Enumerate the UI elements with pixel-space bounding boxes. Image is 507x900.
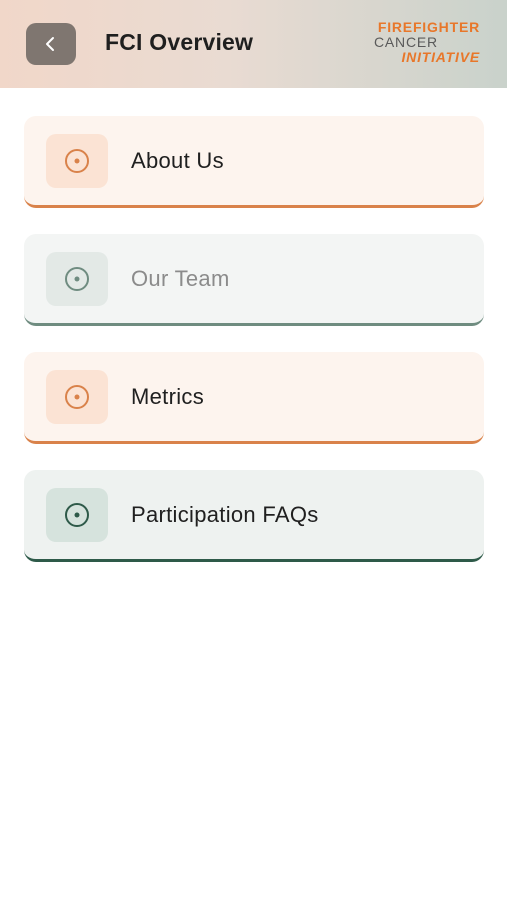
chevron-left-icon [46, 37, 54, 51]
menu-item-participation-faqs[interactable]: Participation FAQs [24, 470, 484, 562]
logo-line-2: CANCER [374, 34, 438, 50]
menu-item-metrics[interactable]: Metrics [24, 352, 484, 444]
menu-item-label: About Us [131, 147, 224, 173]
target-icon [46, 133, 108, 188]
logo-line-1: FIREFIGHTER [377, 19, 480, 35]
target-icon [46, 487, 108, 542]
fci-logo: FIREFIGHTER CANCER INITIATIVE [368, 20, 480, 68]
menu-item-about-us[interactable]: About Us [24, 116, 484, 208]
app-header: FCI Overview FIREFIGHTER CANCER INITIATI… [0, 0, 507, 88]
menu-item-our-team[interactable]: Our Team [24, 234, 484, 326]
overview-menu: About Us Our Team Metrics Participation … [24, 116, 484, 588]
menu-item-label: Our Team [131, 265, 230, 291]
menu-item-label: Metrics [131, 383, 204, 409]
logo-line-3: INITIATIVE [401, 49, 480, 65]
target-icon [46, 251, 108, 306]
page-title: FCI Overview [105, 29, 254, 55]
menu-item-label: Participation FAQs [131, 501, 319, 527]
target-icon [46, 369, 108, 424]
back-button[interactable] [26, 23, 76, 65]
